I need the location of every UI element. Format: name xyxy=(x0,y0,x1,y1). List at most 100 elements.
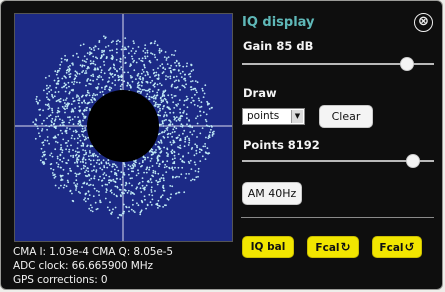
iq-point xyxy=(89,159,92,162)
iq-point xyxy=(198,148,201,151)
iq-point xyxy=(88,179,91,182)
cma-readout: CMA I: 1.03e-4 CMA Q: 8.05e-5 xyxy=(13,246,173,258)
iq-point xyxy=(64,111,66,114)
iq-point xyxy=(50,120,53,122)
iq-point xyxy=(132,47,134,50)
iq-point xyxy=(188,141,191,144)
iq-point xyxy=(99,57,102,60)
iq-point xyxy=(38,132,40,135)
iq-point xyxy=(77,191,80,193)
iq-point xyxy=(144,66,146,69)
iq-point xyxy=(173,151,176,154)
iq-point xyxy=(81,142,84,145)
iq-point xyxy=(67,159,70,162)
iq-point xyxy=(78,172,81,175)
iq-point xyxy=(167,155,169,157)
iq-point xyxy=(74,150,77,153)
iq-point xyxy=(160,195,163,198)
iq-point xyxy=(49,154,51,157)
iq-point xyxy=(123,210,125,213)
iq-point xyxy=(46,139,49,142)
iq-point xyxy=(152,175,155,178)
iq-point xyxy=(156,183,159,186)
iq-point xyxy=(74,172,77,175)
iq-point xyxy=(120,214,122,216)
iq-point xyxy=(48,75,51,77)
iq-point xyxy=(108,88,110,91)
iq-point xyxy=(179,111,182,114)
iq-point xyxy=(115,174,118,177)
iq-point xyxy=(169,196,172,199)
iq-point xyxy=(137,204,140,207)
iq-point xyxy=(132,170,134,173)
iq-point xyxy=(194,170,197,172)
iq-point xyxy=(174,50,177,52)
iq-point xyxy=(170,193,173,196)
iq-point xyxy=(60,57,63,60)
iq-point xyxy=(60,175,63,177)
iq-point xyxy=(166,63,169,65)
draw-mode-select[interactable]: points ▼ xyxy=(242,108,305,125)
iq-point xyxy=(156,83,159,86)
iq-point xyxy=(163,179,165,182)
iq-point xyxy=(159,109,161,112)
rotate-ccw-icon: ↺ xyxy=(404,240,415,254)
iq-point xyxy=(48,115,50,118)
iq-point xyxy=(154,40,157,43)
iq-point xyxy=(99,167,102,170)
iq-point xyxy=(116,70,118,73)
iq-point xyxy=(169,121,172,123)
iq-point xyxy=(61,149,64,152)
fcal-minus-button[interactable]: Fcal↺ xyxy=(372,236,422,258)
iq-point xyxy=(118,188,121,191)
iq-point xyxy=(131,80,134,83)
iq-point xyxy=(150,52,152,54)
gain-slider-thumb[interactable] xyxy=(400,57,415,71)
gps-corrections-readout: GPS corrections: 0 xyxy=(13,274,108,286)
iq-point xyxy=(165,78,167,81)
iq-point xyxy=(111,211,113,214)
iq-point xyxy=(77,122,80,125)
points-slider-thumb[interactable] xyxy=(405,154,420,168)
iq-point xyxy=(173,154,176,157)
fcal-plus-button[interactable]: Fcal↻ xyxy=(307,236,359,258)
iq-point xyxy=(97,83,100,85)
iq-point xyxy=(115,59,118,61)
iq-point xyxy=(201,155,204,158)
iq-point xyxy=(83,117,86,119)
iq-point xyxy=(105,191,108,194)
iq-point xyxy=(116,185,118,188)
iq-scatter-svg xyxy=(15,14,232,241)
iq-point xyxy=(153,97,155,100)
iq-point xyxy=(109,201,111,204)
clear-button[interactable]: Clear xyxy=(319,105,373,128)
iq-point xyxy=(50,124,53,126)
iq-point xyxy=(156,103,159,106)
iq-point xyxy=(88,94,91,97)
iq-point xyxy=(163,115,165,118)
iq-point xyxy=(171,185,174,188)
iq-point xyxy=(159,82,161,85)
iq-point xyxy=(53,122,56,125)
dropdown-arrow-icon: ▼ xyxy=(291,110,303,123)
iq-point xyxy=(83,100,85,103)
iq-point xyxy=(65,132,68,134)
iq-point xyxy=(76,151,79,154)
iq-point xyxy=(163,189,166,192)
iq-point xyxy=(173,107,176,109)
iq-point xyxy=(75,131,77,133)
iq-bal-button[interactable]: IQ bal xyxy=(242,236,294,258)
iq-point xyxy=(98,74,101,77)
iq-point xyxy=(86,67,89,70)
am-40hz-button[interactable]: AM 40Hz xyxy=(242,182,302,205)
iq-point xyxy=(151,79,154,82)
iq-point xyxy=(60,184,62,187)
iq-point xyxy=(49,114,52,117)
iq-point xyxy=(81,64,84,67)
close-icon[interactable]: ⊗ xyxy=(414,13,433,32)
iq-point xyxy=(165,100,168,103)
iq-point xyxy=(65,97,68,100)
iq-point xyxy=(77,102,80,104)
iq-point xyxy=(149,201,152,204)
iq-point xyxy=(173,141,176,144)
